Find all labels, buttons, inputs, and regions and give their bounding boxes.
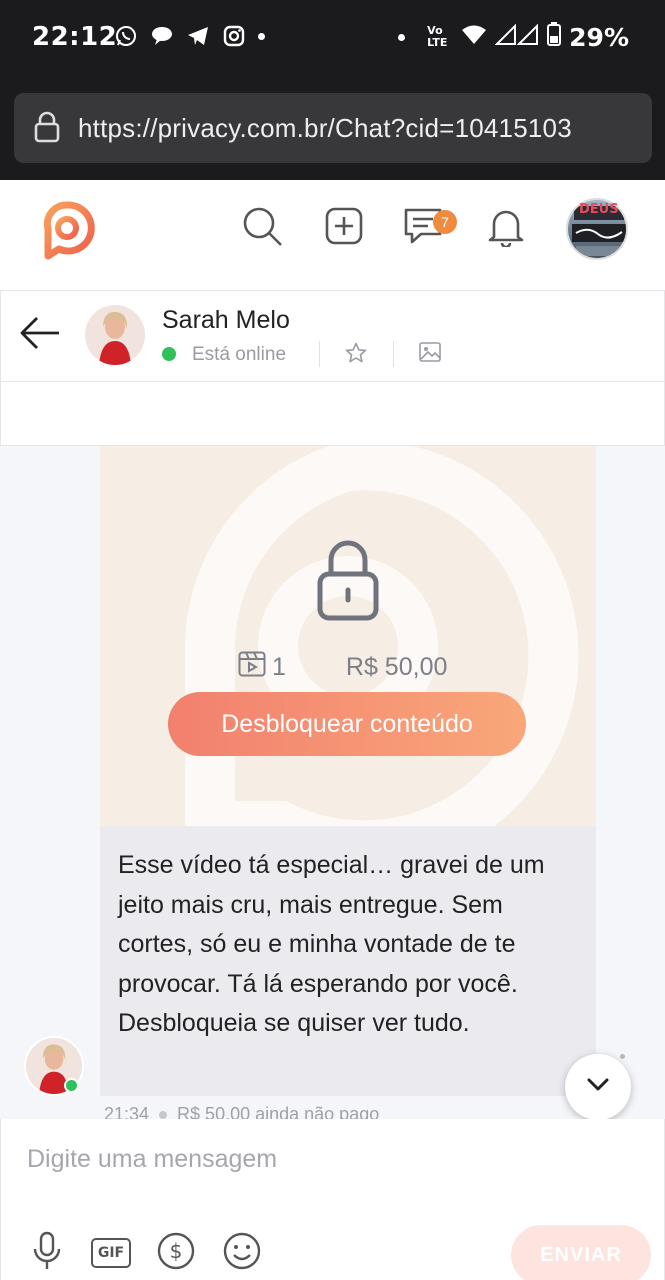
contact-avatar[interactable] xyxy=(85,305,145,365)
instagram-icon xyxy=(222,24,246,48)
telegram-icon xyxy=(186,24,210,48)
search-icon xyxy=(241,205,283,252)
plus-square-icon xyxy=(325,207,363,250)
message-time: 21:34 xyxy=(104,1104,150,1119)
message-input[interactable] xyxy=(15,1133,635,1185)
send-tip-button[interactable]: $ xyxy=(154,1231,198,1275)
online-status: Está online xyxy=(192,344,287,365)
message-composer: GIF $ ENVIAR xyxy=(0,1119,665,1280)
video-icon xyxy=(238,651,266,684)
profile-avatar-text: DEUS xyxy=(579,202,619,217)
chat-bubble-icon xyxy=(150,24,174,48)
battery-percent: 29% xyxy=(569,22,629,52)
svg-text:$: $ xyxy=(170,1239,183,1263)
gif-button[interactable]: GIF xyxy=(90,1231,132,1275)
send-button[interactable]: ENVIAR xyxy=(511,1225,651,1280)
browser-toolbar: https://privacy.com.br/Chat?cid=10415103 xyxy=(0,80,665,180)
unlock-content-button[interactable]: Desbloquear conteúdo xyxy=(168,692,526,756)
media-price: R$ 50,00 xyxy=(345,653,448,681)
contact-name: Sarah Melo xyxy=(162,306,290,334)
message-meta: 21:34 R$ 50,00 ainda não pago xyxy=(104,1104,379,1119)
favorite-star-icon[interactable] xyxy=(345,342,367,369)
lte-indicator: Vo LTE xyxy=(427,24,448,49)
locked-media-meta: 1 R$ 50,00 xyxy=(238,651,447,684)
bell-icon xyxy=(486,205,526,252)
header-divider xyxy=(319,341,320,367)
microphone-icon xyxy=(33,1231,61,1276)
status-time: 22:12 xyxy=(32,22,118,52)
online-indicator xyxy=(162,347,176,361)
lock-icon[interactable] xyxy=(34,111,60,148)
address-bar[interactable]: https://privacy.com.br/Chat?cid=10415103 xyxy=(14,93,652,163)
message-text: Esse vídeo tá especial… gravei de um jei… xyxy=(118,851,545,1037)
whatsapp-icon xyxy=(114,24,138,48)
status-right: Vo LTE 29% xyxy=(398,22,629,52)
create-post-button[interactable] xyxy=(322,206,366,250)
message-bubble: Esse vídeo tá especial… gravei de um jei… xyxy=(100,826,596,1096)
back-arrow-icon[interactable] xyxy=(19,315,61,356)
media-gallery-icon[interactable] xyxy=(419,342,441,367)
app-header: 7 DEUS xyxy=(0,180,665,290)
more-notifications-dot xyxy=(258,32,265,40)
notifications-button[interactable] xyxy=(484,206,528,250)
sender-online-indicator xyxy=(64,1078,79,1093)
chat-header: Sarah Melo Está online xyxy=(0,290,665,382)
payment-status: R$ 50,00 ainda não pago xyxy=(177,1104,380,1119)
chevron-down-icon xyxy=(587,1078,609,1097)
signal-icon xyxy=(494,23,539,52)
chat-top-area xyxy=(0,382,665,446)
watermark-logo xyxy=(185,446,579,826)
locked-media-card[interactable]: 1 R$ 50,00 Desbloquear conteúdo xyxy=(100,446,596,826)
meta-separator xyxy=(159,1110,168,1119)
voice-message-button[interactable] xyxy=(25,1231,69,1275)
status-bar: 22:12 Vo LTE 29% xyxy=(0,0,665,80)
gif-icon: GIF xyxy=(91,1238,131,1268)
chat-messages[interactable]: 1 R$ 50,00 Desbloquear conteúdo Esse víd… xyxy=(0,446,665,1119)
scroll-to-bottom-button[interactable] xyxy=(565,1054,631,1119)
notification-icons xyxy=(114,24,265,48)
emoji-icon xyxy=(222,1231,262,1276)
messages-badge: 7 xyxy=(433,210,457,234)
wifi-icon xyxy=(461,23,487,52)
header-divider xyxy=(393,341,394,367)
search-button[interactable] xyxy=(240,206,284,250)
dollar-circle-icon: $ xyxy=(156,1231,196,1276)
battery-icon xyxy=(547,22,562,52)
message-options-icon[interactable] xyxy=(620,1054,625,1059)
media-count: 1 xyxy=(272,653,286,681)
padlock-icon xyxy=(316,540,380,627)
emoji-button[interactable] xyxy=(220,1231,264,1275)
privacy-logo[interactable] xyxy=(38,200,96,267)
url-text[interactable]: https://privacy.com.br/Chat?cid=10415103 xyxy=(78,113,572,144)
status-dot xyxy=(398,33,406,41)
